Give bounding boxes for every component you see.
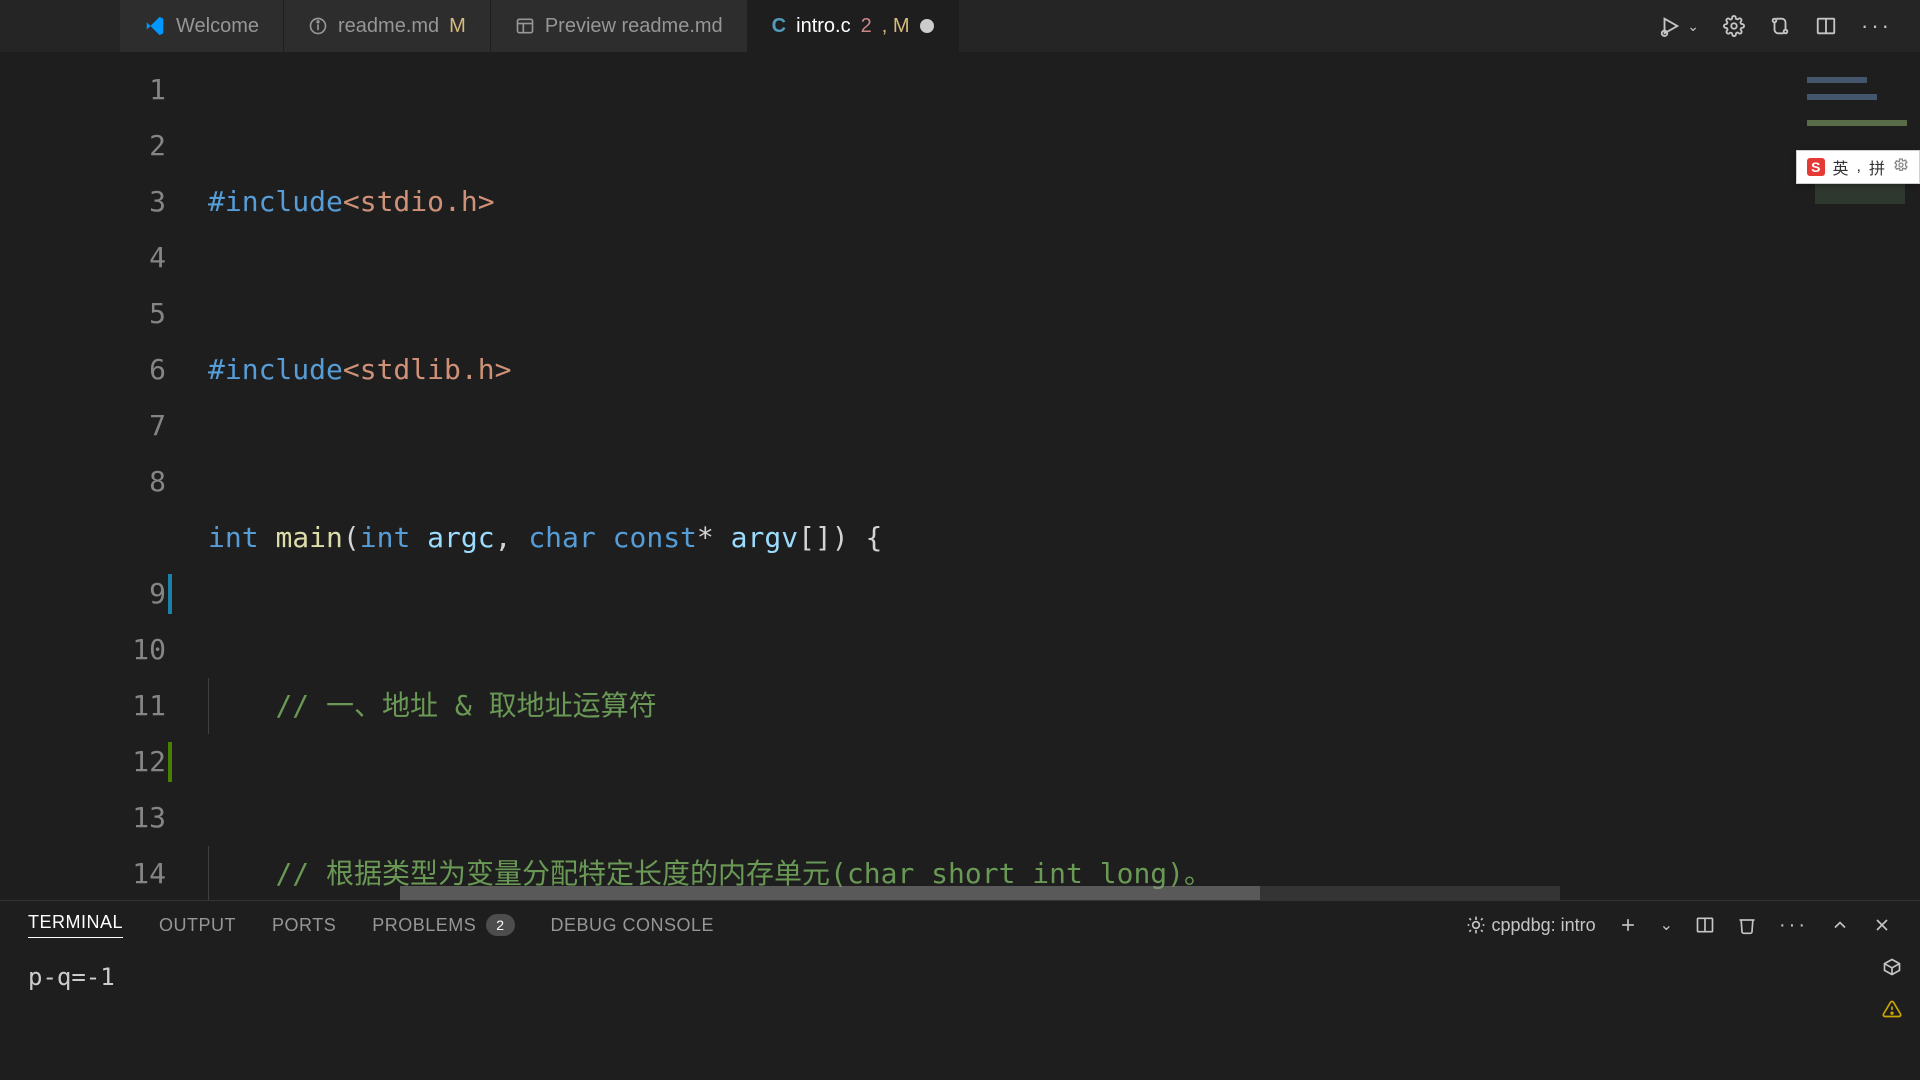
chevron-down-icon: ⌄ <box>1687 18 1699 35</box>
line-number: 4 <box>0 230 166 286</box>
line-number: 2 <box>0 118 166 174</box>
ime-lang-label: 英 <box>1833 155 1849 179</box>
panel-tab-output[interactable]: OUTPUT <box>159 915 236 936</box>
ime-floating-bar[interactable]: S 英 , 拼 <box>1796 150 1920 184</box>
panel-actions: cppdbg: intro ⌄ ··· <box>1466 914 1892 937</box>
terminal-body[interactable]: p-q=-1 <box>0 949 1920 1080</box>
line-number: 6 <box>0 342 166 398</box>
tab-modified-indicator: , M <box>882 15 910 38</box>
panel-tab-problems[interactable]: PROBLEMS 2 <box>372 914 514 936</box>
diff-icon[interactable] <box>1769 15 1791 37</box>
c-lang-icon: C <box>772 15 786 38</box>
editor-area: 1 2 3 4 5 6 7 8 . 9 10 11 12 13 14 #incl… <box>0 52 1920 900</box>
panel-tab-bar: TERMINAL OUTPUT PORTS PROBLEMS 2 DEBUG C… <box>0 901 1920 949</box>
ime-mode-label: 拼 <box>1869 155 1885 179</box>
tab-preview-readme[interactable]: Preview readme.md <box>491 0 748 52</box>
git-added-gutter-icon <box>168 742 172 782</box>
unsaved-dot-icon <box>920 19 934 33</box>
problems-count-badge: 2 <box>486 914 514 936</box>
info-icon <box>308 16 328 36</box>
new-terminal-button[interactable] <box>1618 915 1638 935</box>
close-panel-icon[interactable] <box>1872 915 1892 935</box>
tab-label: Preview readme.md <box>545 15 723 38</box>
tab-welcome[interactable]: Welcome <box>120 0 284 52</box>
line-number: 10 <box>0 622 166 678</box>
horizontal-scrollbar[interactable] <box>400 886 1560 900</box>
more-actions-icon[interactable]: ··· <box>1861 13 1892 39</box>
tab-label: intro.c <box>796 15 850 38</box>
split-editor-icon[interactable] <box>1815 15 1837 37</box>
warning-icon[interactable] <box>1882 997 1902 1025</box>
ime-settings-icon[interactable] <box>1893 157 1909 178</box>
line-number: 11 <box>0 678 166 734</box>
panel-tab-terminal[interactable]: TERMINAL <box>28 912 123 938</box>
line-number: 8 <box>0 454 166 510</box>
git-modified-gutter-icon <box>168 574 172 614</box>
editor-actions: ⌄ ··· <box>1631 13 1920 39</box>
maximize-panel-icon[interactable] <box>1830 915 1850 935</box>
code-editor[interactable]: #include<stdio.h> #include<stdlib.h> int… <box>200 52 1920 900</box>
ime-sep: , <box>1857 158 1861 176</box>
terminal-side-icons <box>1882 955 1902 1025</box>
tab-problems-count: 2 <box>861 15 872 38</box>
terminal-dropdown-button[interactable]: ⌄ <box>1660 915 1673 935</box>
line-number: 13 <box>0 790 166 846</box>
line-number: 9 <box>0 566 166 622</box>
split-terminal-icon[interactable] <box>1695 915 1715 935</box>
launch-profile-button[interactable]: cppdbg: intro <box>1466 915 1596 936</box>
line-number: 7 <box>0 398 166 454</box>
tab-readme[interactable]: readme.md M <box>284 0 491 52</box>
tab-intro-c[interactable]: C intro.c 2 , M <box>748 0 959 52</box>
preview-icon <box>515 16 535 36</box>
line-number: 3 <box>0 174 166 230</box>
ime-logo-icon: S <box>1807 158 1824 176</box>
line-number: 5 <box>0 286 166 342</box>
tab-modified-indicator: M <box>449 15 466 38</box>
bottom-panel: TERMINAL OUTPUT PORTS PROBLEMS 2 DEBUG C… <box>0 900 1920 1080</box>
tab-label: readme.md <box>338 15 439 38</box>
line-number: 12 <box>0 734 166 790</box>
panel-tab-debug-console[interactable]: DEBUG CONSOLE <box>551 915 715 936</box>
run-debug-button[interactable]: ⌄ <box>1659 15 1699 37</box>
panel-tab-ports[interactable]: PORTS <box>272 915 336 936</box>
panel-more-icon[interactable]: ··· <box>1779 914 1808 937</box>
editor-tab-bar: Welcome readme.md M Preview readme.md C … <box>0 0 1920 52</box>
kill-terminal-icon[interactable] <box>1737 915 1757 935</box>
line-number-gutter: 1 2 3 4 5 6 7 8 . 9 10 11 12 13 14 <box>0 52 200 900</box>
tab-label: Welcome <box>176 15 259 38</box>
vscode-icon <box>144 15 166 37</box>
line-number: 1 <box>0 62 166 118</box>
settings-gear-icon[interactable] <box>1723 15 1745 37</box>
extension-icon[interactable] <box>1882 955 1902 983</box>
terminal-output-line: p-q=-1 <box>28 963 115 991</box>
line-number: 14 <box>0 846 166 900</box>
